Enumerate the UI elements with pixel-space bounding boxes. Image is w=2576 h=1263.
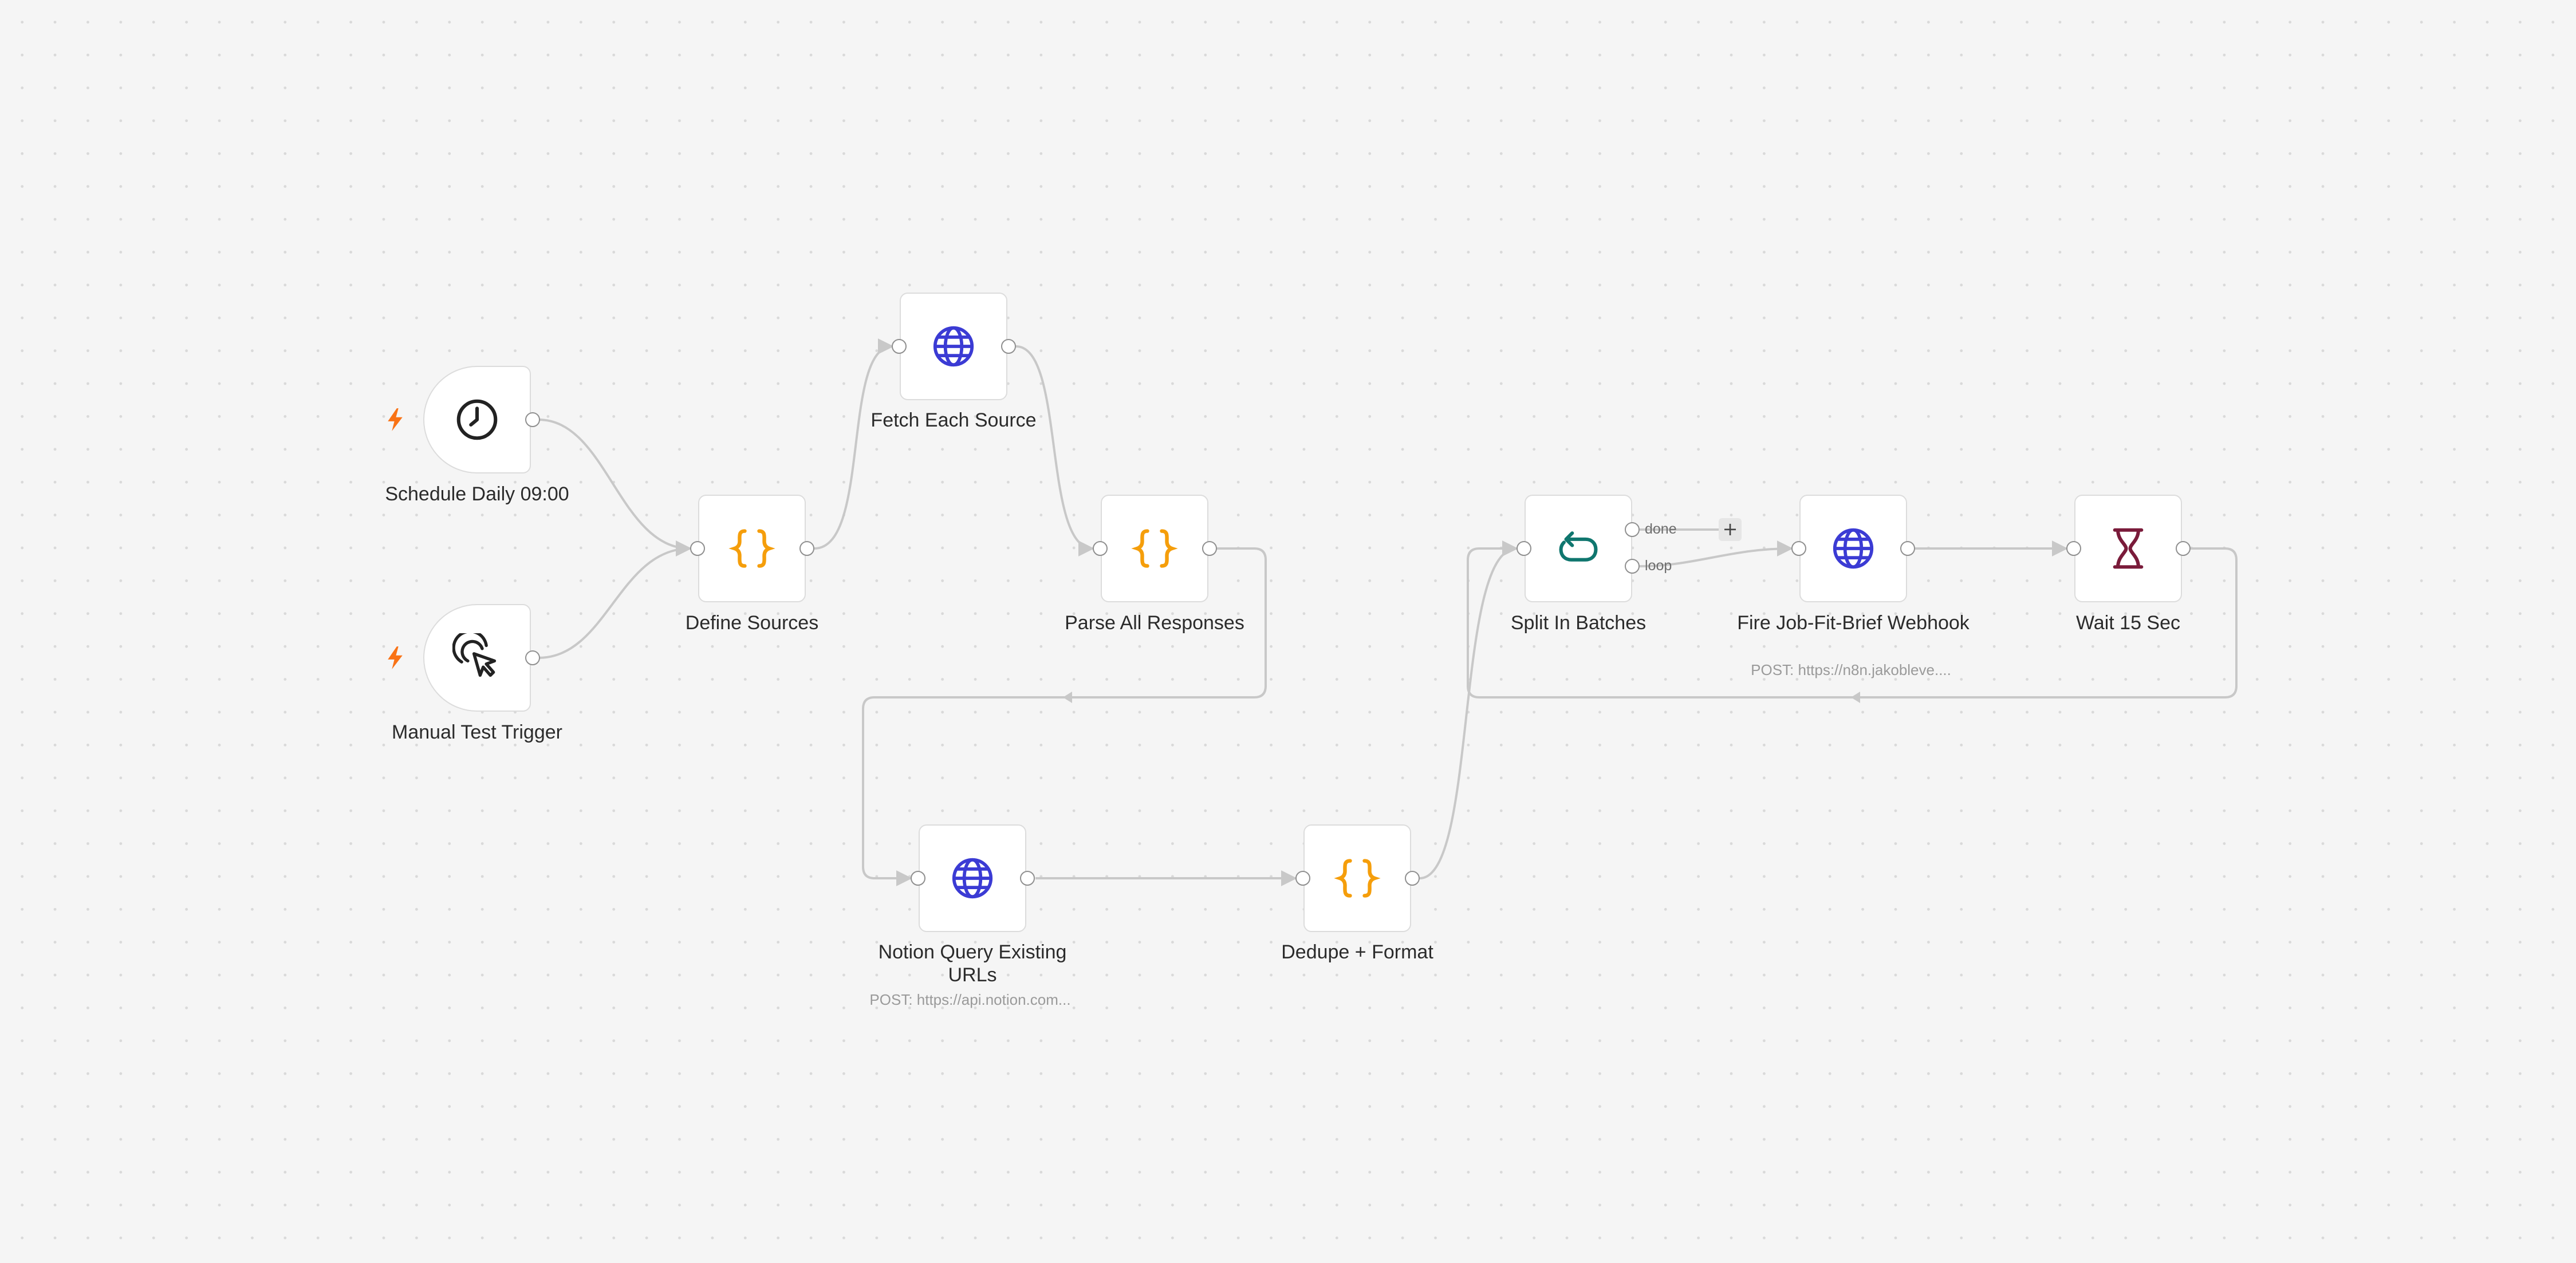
input-handle[interactable] bbox=[1295, 871, 1310, 886]
node-parse-all-responses[interactable] bbox=[1101, 495, 1208, 602]
node-label: Parse All Responses bbox=[1065, 612, 1244, 634]
input-handle[interactable] bbox=[892, 339, 907, 354]
trigger-bolt-icon bbox=[388, 646, 403, 669]
node-schedule-daily[interactable] bbox=[423, 366, 531, 473]
output-handle[interactable] bbox=[1020, 871, 1035, 886]
input-handle[interactable] bbox=[2066, 541, 2081, 556]
port-label-loop: loop bbox=[1645, 558, 1672, 574]
output-handle[interactable] bbox=[1202, 541, 1217, 556]
node-manual-trigger[interactable] bbox=[423, 604, 531, 712]
input-handle[interactable] bbox=[1093, 541, 1108, 556]
output-handle[interactable] bbox=[1900, 541, 1915, 556]
trigger-bolt-icon bbox=[388, 408, 403, 431]
output-handle[interactable] bbox=[1001, 339, 1016, 354]
input-handle[interactable] bbox=[690, 541, 705, 556]
node-label: Fetch Each Source bbox=[871, 409, 1037, 431]
input-handle[interactable] bbox=[911, 871, 925, 886]
node-label: Manual Test Trigger bbox=[392, 721, 562, 743]
node-dedupe-format[interactable] bbox=[1303, 824, 1411, 932]
node-fetch-each-source[interactable] bbox=[900, 293, 1007, 400]
cursor-click-icon bbox=[452, 633, 497, 677]
globe-icon bbox=[1833, 528, 1874, 569]
code-braces-icon bbox=[1334, 859, 1381, 898]
node-label: Schedule Daily 09:00 bbox=[385, 483, 569, 505]
node-split-in-batches[interactable] bbox=[1525, 495, 1632, 602]
output-handle-done[interactable] bbox=[1625, 522, 1640, 537]
node-notion-query[interactable] bbox=[919, 824, 1026, 932]
flow-direction-arrow bbox=[1063, 692, 1072, 703]
node-label: Define Sources bbox=[685, 612, 819, 634]
output-handle[interactable] bbox=[525, 412, 540, 427]
add-node-button[interactable]: + bbox=[1719, 518, 1742, 541]
code-braces-icon bbox=[728, 529, 775, 568]
input-handle[interactable] bbox=[1517, 541, 1531, 556]
node-sublabel: POST: https://api.notion.com... bbox=[869, 991, 1071, 1008]
globe-icon bbox=[952, 858, 993, 899]
output-handle-loop[interactable] bbox=[1625, 559, 1640, 574]
flow-direction-arrow bbox=[1851, 692, 1860, 703]
connection-define-to-fetch[interactable] bbox=[814, 338, 894, 550]
node-sublabel: POST: https://n8n.jakobleve.... bbox=[1751, 661, 1951, 678]
node-wait-15-sec[interactable] bbox=[2074, 495, 2182, 602]
workflow-canvas[interactable]: Schedule Daily 09:00 Manual Test Trigger… bbox=[0, 0, 2576, 1263]
code-braces-icon bbox=[1131, 529, 1178, 568]
node-label: Fire Job-Fit-Brief Webhook bbox=[1737, 612, 1970, 634]
connection-fetch-to-parse[interactable] bbox=[1015, 345, 1094, 556]
output-handle[interactable] bbox=[1405, 871, 1420, 886]
output-handle[interactable] bbox=[525, 650, 540, 665]
clock-icon bbox=[456, 399, 498, 440]
port-label-done: done bbox=[1645, 521, 1677, 537]
node-fire-webhook[interactable] bbox=[1799, 495, 1907, 602]
node-label: Split In Batches bbox=[1510, 612, 1647, 634]
input-handle[interactable] bbox=[1791, 541, 1806, 556]
loop-arrow-icon bbox=[1559, 531, 1598, 562]
node-label: Notion Query Existing URLs bbox=[878, 941, 1067, 986]
output-handle[interactable] bbox=[2176, 541, 2191, 556]
connection-manual-to-define[interactable] bbox=[538, 540, 692, 659]
node-define-sources[interactable] bbox=[698, 495, 806, 602]
output-handle[interactable] bbox=[799, 541, 814, 556]
globe-icon bbox=[933, 326, 974, 367]
node-label: Wait 15 Sec bbox=[2075, 612, 2181, 634]
node-label: Dedupe + Format bbox=[1281, 941, 1433, 963]
hourglass-icon bbox=[2113, 528, 2144, 569]
